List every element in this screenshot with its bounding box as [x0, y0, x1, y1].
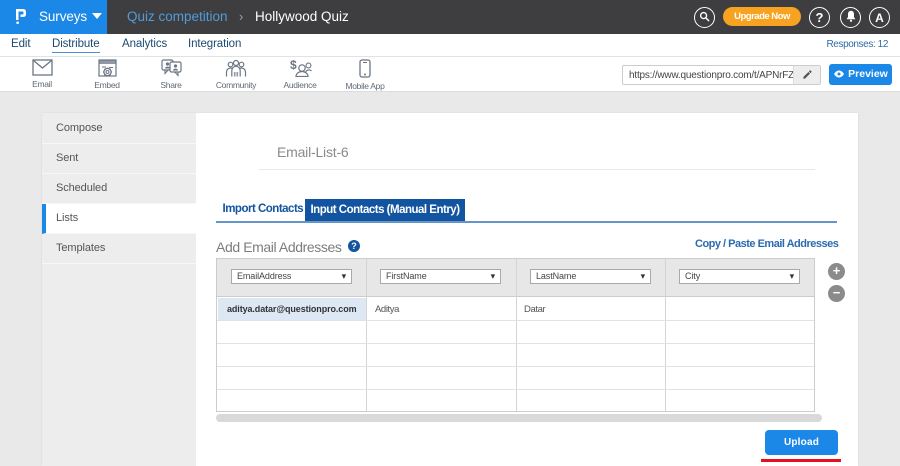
svg-text:$: $	[290, 59, 297, 72]
